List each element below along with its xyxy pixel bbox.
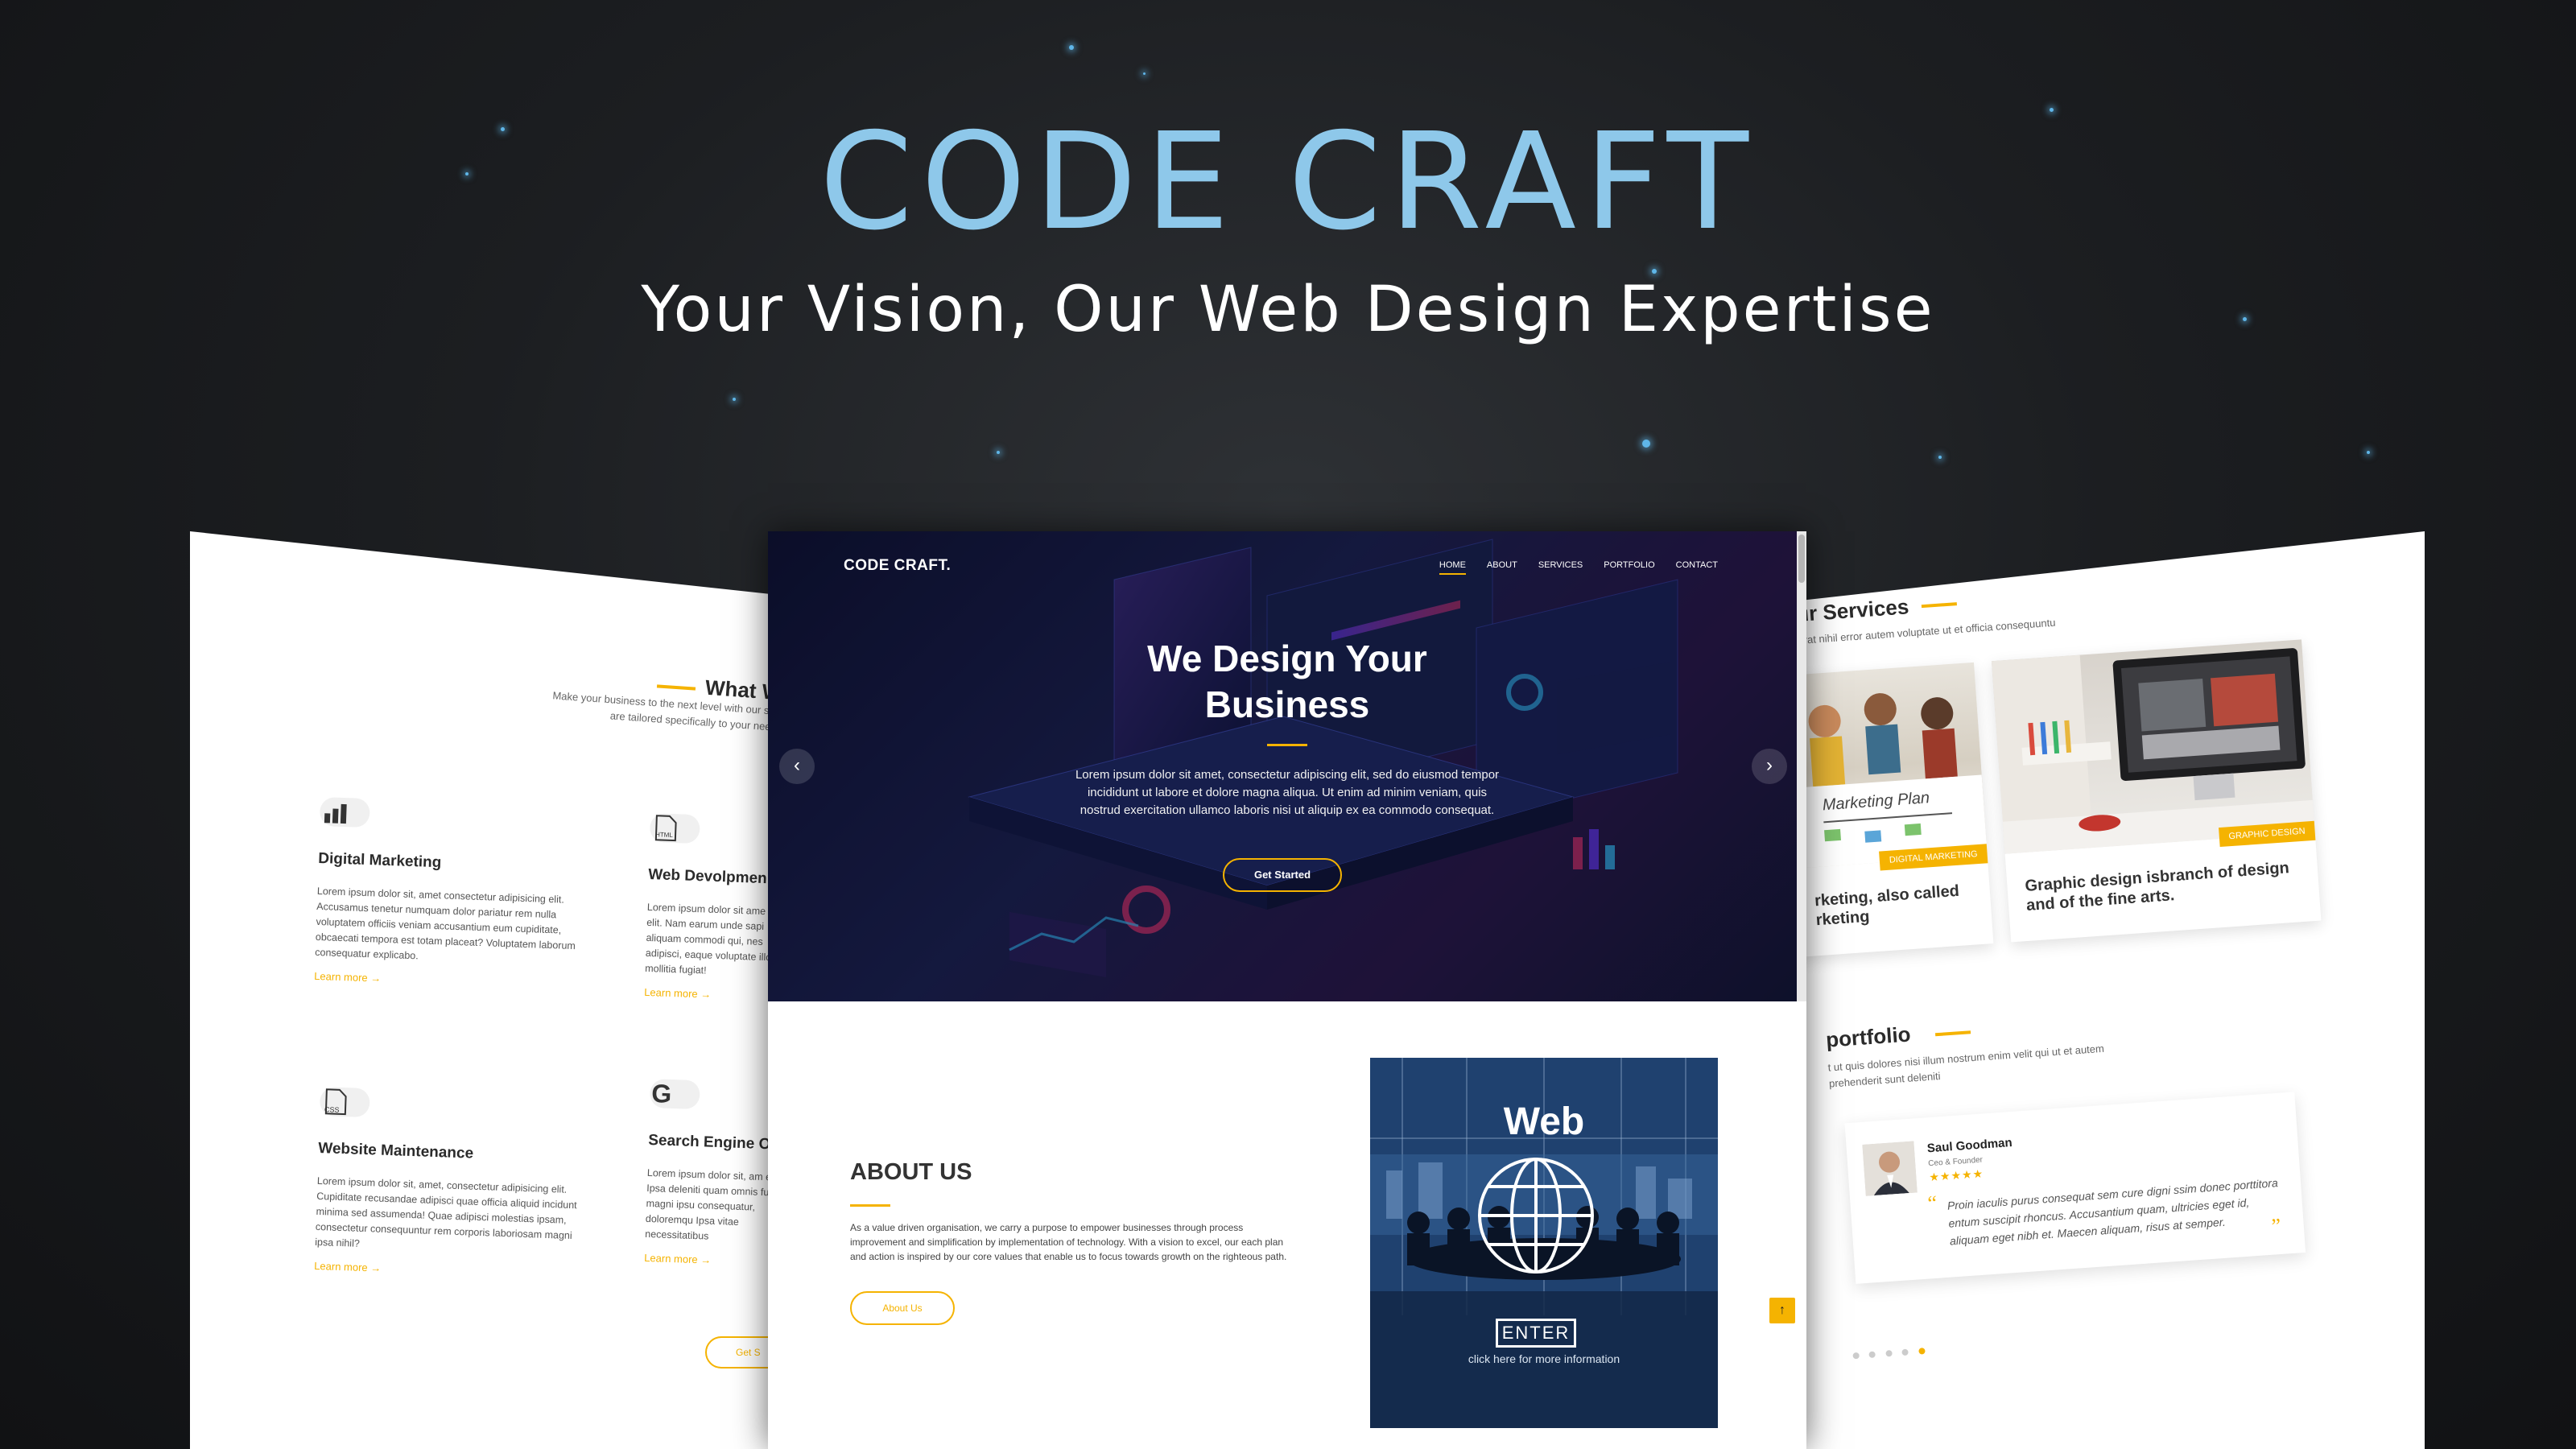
hero-tagline: Your Vision, Our Web Design Expertise (641, 274, 1935, 346)
service-card-digital-marketing[interactable]: Marketing Plan DIGITAL MARKETING rketing… (1781, 662, 1994, 957)
about-us-button[interactable]: About Us (850, 1291, 955, 1325)
service-digital-marketing: Digital Marketing Lorem ipsum dolor sit,… (314, 797, 594, 992)
nav-item-contact[interactable]: CONTACT (1676, 560, 1718, 570)
headline-accent-line (1267, 744, 1307, 746)
about-text: As a value driven organisation, we carry… (850, 1222, 1287, 1262)
nav-item-services[interactable]: SERVICES (1538, 560, 1583, 570)
card-text: Graphic design isbranch of design and of… (2024, 859, 2290, 914)
star (997, 451, 1000, 454)
carousel-dot[interactable] (1852, 1352, 1860, 1360)
rating-stars: ★★★★★ (1928, 1166, 1984, 1184)
avatar (1862, 1141, 1918, 1196)
testimonial-name: Saul Goodman (1926, 1135, 2013, 1156)
nav-item-home[interactable]: HOME (1439, 560, 1466, 575)
enter-button[interactable]: ENTER (1496, 1319, 1576, 1348)
svg-text:HTML: HTML (655, 831, 674, 839)
heading-accent-line (1934, 1030, 1971, 1037)
scrollbar-thumb[interactable] (1798, 535, 1805, 583)
star (1642, 440, 1650, 448)
carousel-next-arrow-icon[interactable]: › (1752, 749, 1787, 784)
service-website-maintenance: CSS Website Maintenance Lorem ipsum dolo… (314, 1087, 594, 1282)
card-text: rketing, also called rketing (1814, 881, 1960, 930)
learn-more-link[interactable]: Learn more → (314, 970, 588, 992)
svg-text:CSS: CSS (324, 1105, 340, 1114)
site-logo[interactable]: CODE CRAFT. (844, 557, 951, 575)
about-title: ABOUT US (850, 1159, 972, 1185)
learn-more-link[interactable]: Learn more → (314, 1260, 588, 1282)
css-file-icon: CSS (319, 1087, 370, 1118)
enter-caption: click here for more information (1468, 1352, 1620, 1365)
main-nav: HOME ABOUT SERVICES PORTFOLIO CONTACT (1439, 560, 1718, 575)
carousel-dot-active[interactable] (1918, 1348, 1926, 1355)
hero-headline-line: Business (1204, 683, 1370, 725)
star (733, 398, 736, 401)
scroll-to-top-button[interactable]: ↑ (1769, 1298, 1795, 1323)
testimonial-card: Saul Goodman Ceo & Founder ★★★★★ “ Proin… (1844, 1092, 2306, 1284)
center-page-preview: CODE CRAFT. HOME ABOUT SERVICES PORTFOLI… (768, 531, 1806, 1449)
hero-title: CODE CRAFT (819, 105, 1757, 260)
about-accent-line (850, 1204, 890, 1207)
bar-chart-icon (319, 797, 370, 828)
get-started-button[interactable]: Get Started (1223, 858, 1342, 892)
service-text: Lorem ipsum dolor sit, am elit. Ipsa del… (645, 1166, 783, 1242)
star (2367, 451, 2370, 454)
star (1069, 45, 1074, 50)
close-quote-icon: ” (2270, 1213, 2282, 1238)
carousel-dot[interactable] (1885, 1349, 1893, 1357)
hero-headline: We Design Your Business (768, 636, 1806, 728)
service-web-development: HTML Web Devolpmen Lorem ipsum dolor sit… (644, 813, 786, 1003)
heading-accent-line (656, 684, 696, 691)
service-text: Lorem ipsum dolor sit ame elit. Nam earu… (645, 901, 772, 976)
carousel-dot[interactable] (1901, 1348, 1909, 1356)
testimonial-role: Ceo & Founder (1927, 1155, 1984, 1169)
google-icon: G (649, 1079, 700, 1110)
right-page-preview: ur Services erat nihil error autem volup… (1771, 531, 2425, 1449)
web-enter-card[interactable]: Web ENTER click here for more informatio… (1370, 1058, 1718, 1428)
portfolio-heading: portfolio (1825, 1022, 1912, 1052)
left-page-preview: What W Make your business to the next le… (190, 531, 786, 1449)
services-heading: ur Services (1795, 594, 1910, 627)
open-quote-icon: “ (1926, 1191, 1938, 1216)
learn-more-link[interactable]: Learn more → (644, 986, 781, 1003)
nav-item-portfolio[interactable]: PORTFOLIO (1604, 560, 1654, 570)
service-seo: G Search Engine Op Lorem ipsum dolor sit… (644, 1079, 786, 1269)
globe-icon (1478, 1158, 1594, 1274)
heading-accent-line (1921, 602, 1957, 609)
service-text: Lorem ipsum dolor sit, amet, consectetur… (315, 1174, 577, 1249)
scrollbar[interactable] (1797, 531, 1806, 1001)
service-title: Search Engine Op (647, 1131, 781, 1154)
service-title: Website Maintenance (317, 1139, 474, 1162)
star (1143, 72, 1146, 75)
hero-banner: CODE CRAFT. HOME ABOUT SERVICES PORTFOLI… (768, 531, 1806, 1001)
nav-item-about[interactable]: ABOUT (1487, 560, 1517, 570)
service-title: Web Devolpmen (647, 865, 768, 888)
service-title: Digital Marketing (317, 849, 442, 872)
carousel-dots (1852, 1344, 1932, 1364)
service-text: Lorem ipsum dolor sit, amet consectetur … (315, 885, 576, 962)
learn-more-link[interactable]: Learn more → (644, 1252, 781, 1269)
carousel-dot[interactable] (1868, 1351, 1876, 1358)
hero-description: Lorem ipsum dolor sit amet, consectetur … (1075, 768, 1500, 817)
hero-headline-line: We Design Your (1147, 638, 1427, 679)
web-card-title: Web (1503, 1100, 1585, 1143)
marketing-photo: Marketing Plan (1781, 662, 1988, 869)
star (1938, 456, 1942, 459)
carousel-prev-arrow-icon[interactable]: ‹ (779, 749, 815, 784)
graphic-design-photo (1991, 639, 2315, 854)
html-file-icon: HTML (649, 813, 700, 844)
testimonial-quote: Proin iaculis purus consequat sem cure d… (1946, 1176, 2279, 1248)
service-card-graphic-design[interactable]: GRAPHIC DESIGN Graphic design isbranch o… (1991, 639, 2322, 943)
